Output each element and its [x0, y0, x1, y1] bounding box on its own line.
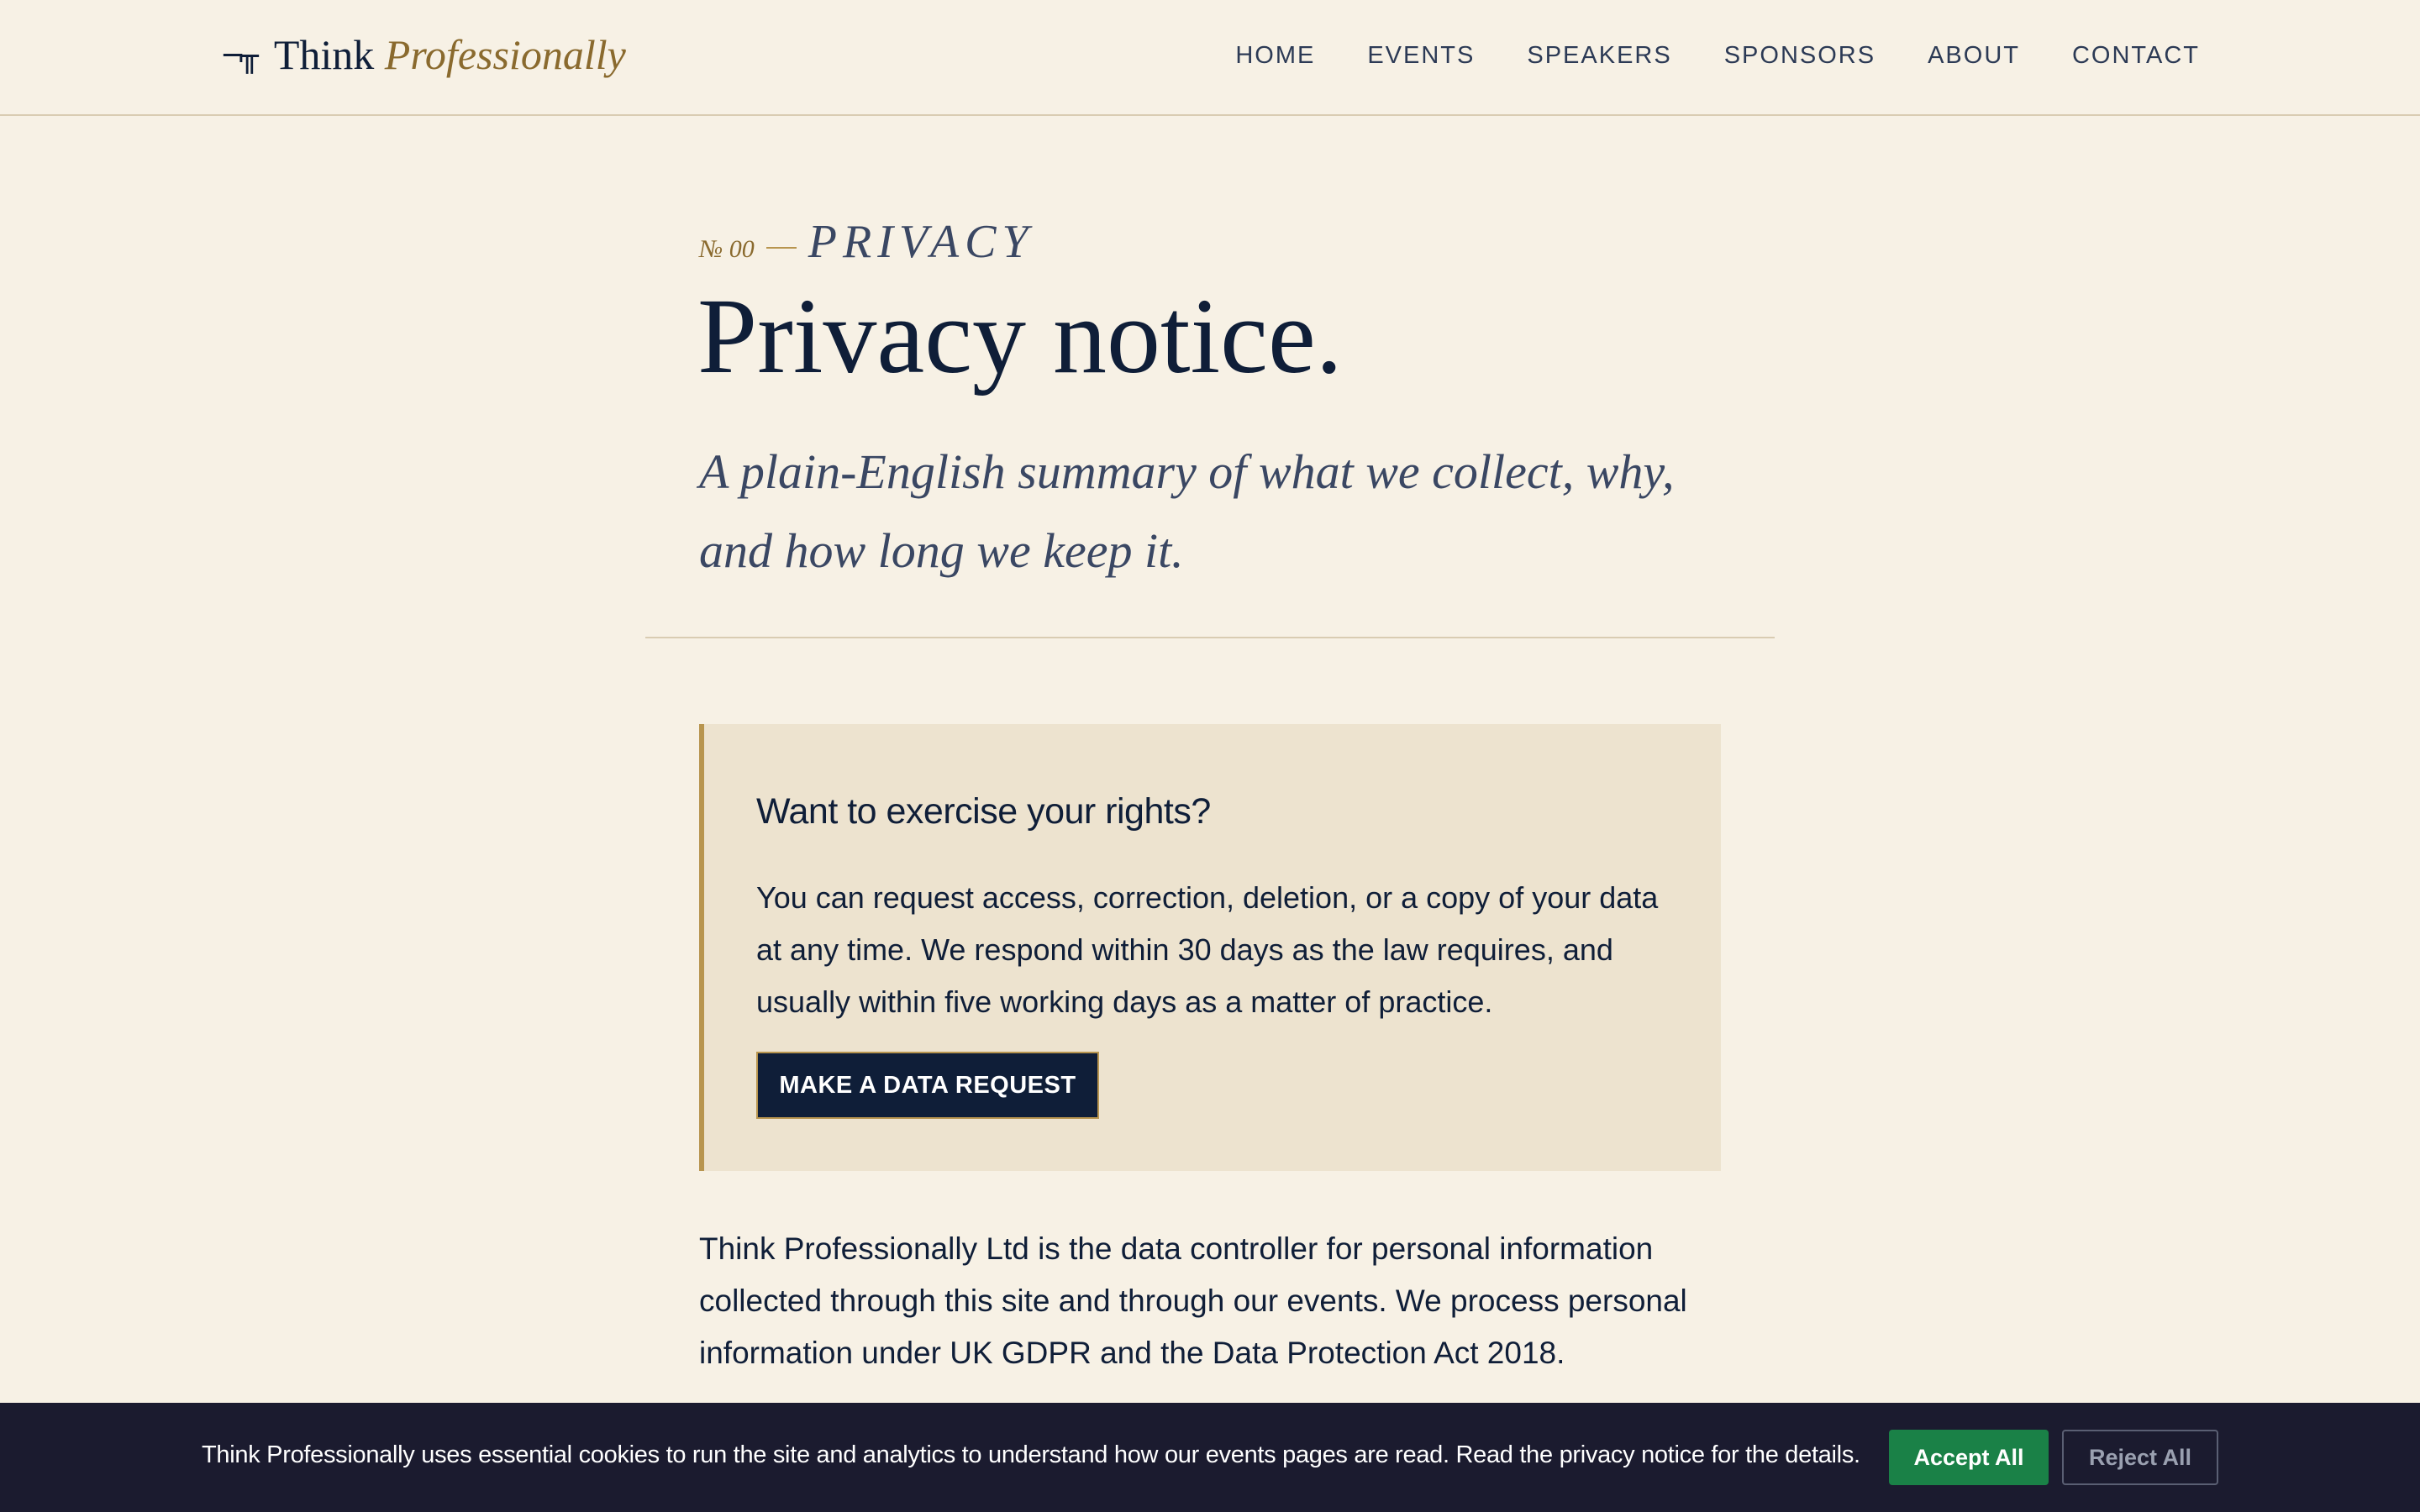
callout-body: You can request access, correction, dele…: [756, 880, 1659, 1019]
eyebrow-label: PRIVACY: [808, 216, 1034, 268]
main-nav: HOME EVENTS SPEAKERS SPONSORS ABOUT CONT…: [1235, 42, 2200, 70]
nav-contact[interactable]: CONTACT: [2072, 42, 2200, 70]
section-eyebrow: № 00 PRIVACY: [699, 215, 1034, 269]
nav-speakers[interactable]: SPEAKERS: [1527, 42, 1671, 70]
cookie-text: Think Professionally uses essential cook…: [202, 1441, 1860, 1468]
cookie-banner: Think Professionally uses essential cook…: [0, 1403, 2420, 1512]
controller-paragraph: Think Professionally Ltd is the data con…: [699, 1231, 1687, 1370]
brand-accent: Professionally: [384, 31, 626, 78]
nav-home[interactable]: HOME: [1235, 42, 1315, 70]
page-subtitle: A plain-English summary of what we colle…: [699, 444, 1675, 578]
reject-all-button[interactable]: Reject All: [2062, 1430, 2218, 1485]
data-request-button[interactable]: MAKE A DATA REQUEST: [756, 1052, 1099, 1119]
brand-wordmark: Think Professionally: [274, 30, 626, 79]
eyebrow-number: № 00: [699, 235, 755, 263]
nav-events[interactable]: EVENTS: [1367, 42, 1475, 70]
eyebrow-dash: [765, 247, 797, 249]
brand-logo[interactable]: ¬╥ Think Professionally: [220, 30, 626, 79]
hero-divider: [645, 637, 1775, 638]
page-title: Privacy notice.: [697, 276, 1343, 396]
nav-sponsors[interactable]: SPONSORS: [1724, 42, 1876, 70]
brand-name: Think: [273, 31, 375, 78]
rights-callout: Want to exercise your rights? You can re…: [699, 724, 1721, 1171]
brand-mark-icon: ¬╥: [220, 39, 259, 74]
accept-all-button[interactable]: Accept All: [1889, 1430, 2049, 1485]
site-header: ¬╥ Think Professionally HOME EVENTS SPEA…: [0, 0, 2420, 116]
nav-about[interactable]: ABOUT: [1928, 42, 2020, 70]
callout-title: Want to exercise your rights?: [756, 791, 1211, 832]
